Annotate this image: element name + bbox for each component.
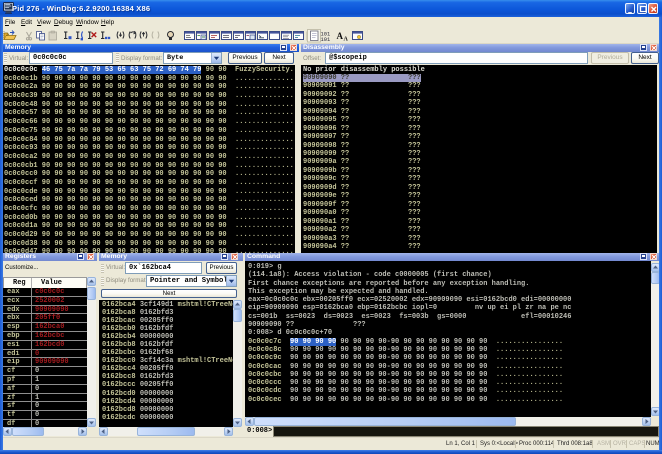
svg-text:101: 101 xyxy=(321,37,331,43)
svg-text:A: A xyxy=(337,31,344,41)
svg-text:A: A xyxy=(344,37,349,43)
